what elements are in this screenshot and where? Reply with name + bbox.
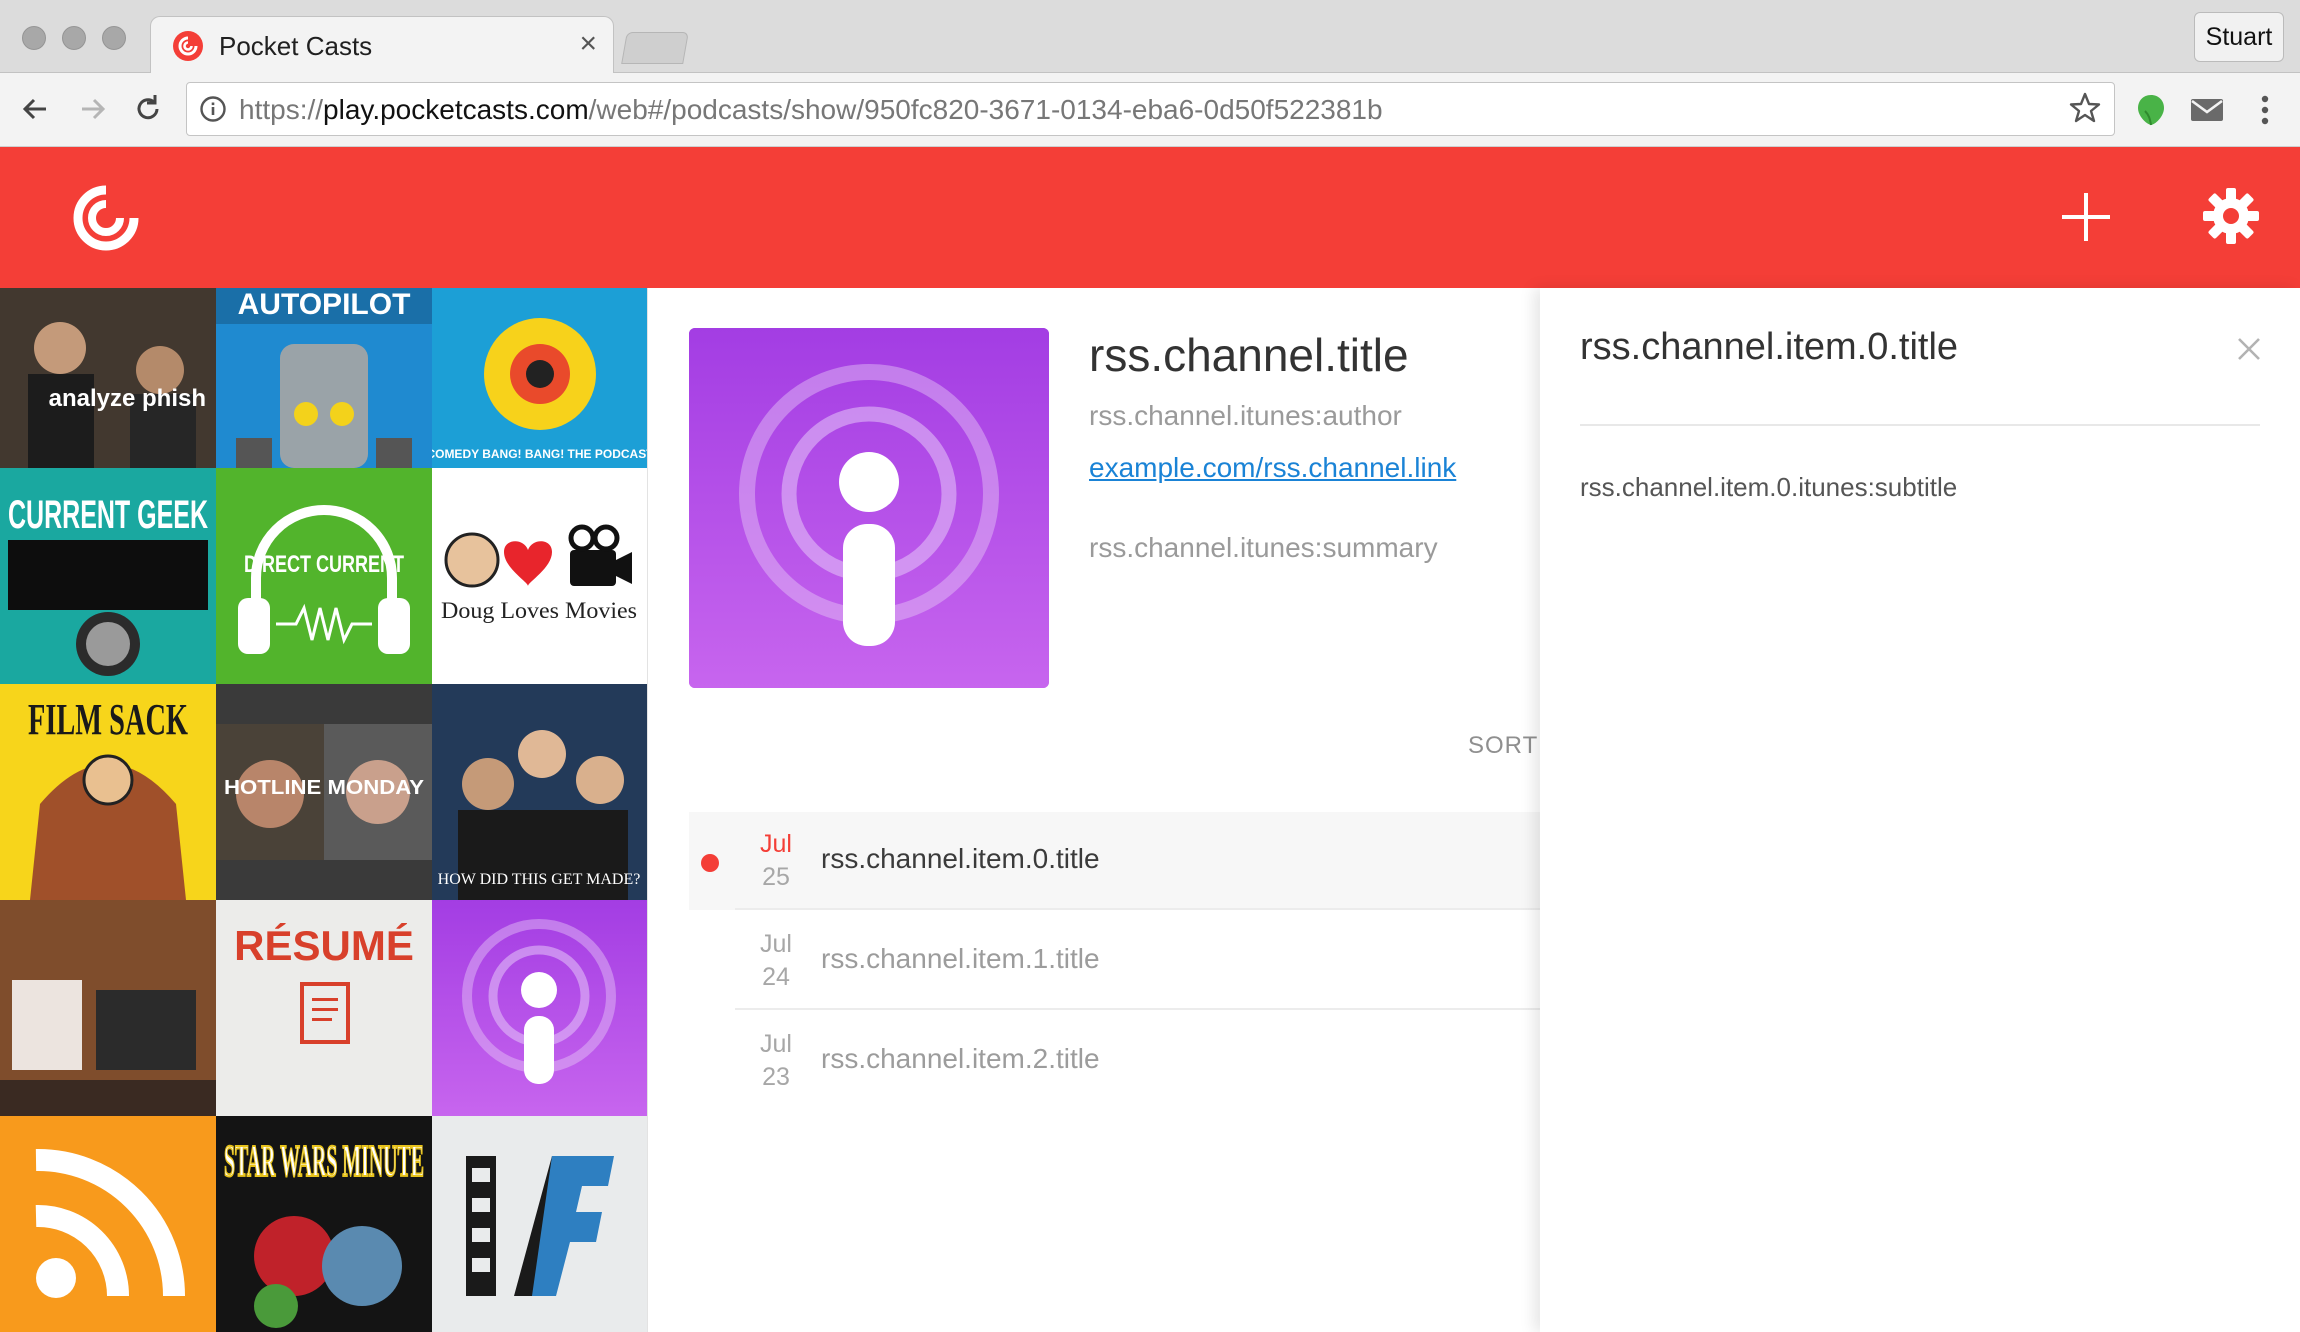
forward-arrow-icon[interactable]	[72, 89, 112, 129]
reload-icon[interactable]	[128, 89, 168, 129]
url-scheme: https://	[239, 94, 324, 125]
podcast-tile-current-geek[interactable]: CURRENT GEEK	[0, 468, 216, 684]
podcast-tile-pretend-im-dumb[interactable]	[0, 900, 216, 1116]
podcast-tile-star-wars-minute[interactable]: STAR WARS MINUTE	[216, 1116, 432, 1332]
pocketcasts-logo-icon[interactable]	[72, 184, 140, 252]
episode-title: rss.channel.item.0.title	[821, 843, 1100, 874]
podcast-tile-comedy-bang-bang[interactable]: COMEDY BANG! BANG! THE PODCAST	[432, 288, 647, 468]
pocketcasts-favicon-icon	[173, 31, 203, 61]
new-tab-button[interactable]	[621, 32, 689, 64]
tile-label-comedy-bang-bang: COMEDY BANG! BANG! THE PODCAST	[432, 447, 647, 461]
episode-day: 24	[762, 963, 790, 991]
episode-day: 23	[762, 1063, 790, 1091]
tile-label-hotline-monday: HOTLINE MONDAY	[224, 777, 425, 799]
podcast-author: rss.channel.itunes:author	[1089, 400, 1402, 431]
podcast-detail: rss.channel.title rss.channel.itunes:aut…	[647, 288, 1578, 1332]
podcast-tile-current-podcast[interactable]	[432, 900, 647, 1116]
episode-title: rss.channel.item.2.title	[821, 1043, 1100, 1074]
back-arrow-icon[interactable]	[16, 89, 56, 129]
podcast-summary: rss.channel.itunes:summary	[1089, 532, 1438, 563]
episode-row[interactable]: Jul 23 rss.channel.item.2.title	[689, 1012, 1541, 1110]
episode-day: 25	[762, 863, 790, 891]
app-header	[0, 147, 2300, 288]
podcast-tile-how-did-this-get-made[interactable]: HOW DID THIS GET MADE?	[432, 684, 647, 900]
add-podcast-plus-icon[interactable]	[2058, 189, 2114, 245]
episode-month: Jul	[760, 830, 792, 858]
tile-label-doug-loves-movies: Doug Loves Movies	[441, 598, 637, 623]
site-info-icon[interactable]	[199, 95, 227, 123]
tile-label-direct-current: DIRECT CURRENT	[244, 551, 404, 578]
browser-menu-icon[interactable]	[2246, 91, 2284, 129]
close-panel-icon[interactable]	[2234, 334, 2264, 364]
episode-row[interactable]: Jul 25 rss.channel.item.0.title	[689, 812, 1541, 910]
window-zoom-button[interactable]	[102, 26, 126, 50]
podcast-tile-film-sack[interactable]: FILM SACK	[0, 684, 216, 900]
podcast-tile-analyze-phish[interactable]: analyze phish	[0, 288, 216, 468]
url-path: /web#/podcasts/show/950fc820-3671-0134-e…	[588, 94, 1383, 125]
episode-month: Jul	[760, 1030, 792, 1058]
browser-tab[interactable]: Pocket Casts ×	[150, 16, 614, 74]
address-bar[interactable]: https://play.pocketcasts.com/web#/podcas…	[186, 82, 2115, 136]
podcast-tile-filmspotting[interactable]	[432, 1116, 647, 1332]
tile-label-star-wars-minute: STAR WARS MINUTE	[224, 1135, 424, 1186]
evernote-extension-icon[interactable]	[2132, 91, 2170, 129]
bookmark-star-icon[interactable]	[2068, 91, 2102, 125]
window-close-button[interactable]	[22, 26, 46, 50]
url-host: play.pocketcasts.com	[323, 94, 589, 125]
tile-label-film-sack: FILM SACK	[28, 695, 188, 744]
podcast-tile-autopilot[interactable]: AUTOPILOT	[216, 288, 432, 468]
episode-detail-panel: rss.channel.item.0.title rss.channel.ite…	[1540, 288, 2300, 1332]
podcast-tile-direct-current[interactable]: DIRECT CURRENT	[216, 468, 432, 684]
episode-title: rss.channel.item.1.title	[821, 943, 1100, 974]
podcast-tile-resume[interactable]: RÉSUMÉ	[216, 900, 432, 1116]
row-divider	[735, 1008, 1541, 1010]
podcast-tile-doug-loves-movies[interactable]: Doug Loves Movies	[432, 468, 647, 684]
episode-panel-subtitle: rss.channel.item.0.itunes:subtitle	[1580, 472, 1958, 502]
row-divider	[735, 908, 1541, 910]
mail-extension-icon[interactable]	[2188, 91, 2226, 129]
podcast-grid: analyze phish AUTOPILOT COMEDY BANG! BAN…	[0, 288, 647, 1332]
profile-button[interactable]: Stuart	[2194, 12, 2284, 62]
podcast-title: rss.channel.title	[1089, 329, 1409, 381]
tile-label-autopilot: AUTOPILOT	[238, 288, 411, 321]
podcast-tile-rss-feed[interactable]	[0, 1116, 216, 1332]
browser-titlebar: Pocket Casts × Stuart	[0, 0, 2300, 74]
podcast-website-link[interactable]: example.com/rss.channel.link	[1089, 452, 1456, 484]
panel-divider	[1580, 424, 2260, 426]
tile-label-how-did-this-get-made: HOW DID THIS GET MADE?	[438, 871, 641, 888]
tab-title: Pocket Casts	[219, 31, 373, 61]
tile-label-current-geek: CURRENT GEEK	[8, 493, 208, 537]
episode-row[interactable]: Jul 24 rss.channel.item.1.title	[689, 912, 1541, 1010]
browser-toolbar: https://play.pocketcasts.com/web#/podcas…	[0, 73, 2300, 147]
tab-close-icon[interactable]: ×	[579, 27, 597, 61]
episode-month: Jul	[760, 930, 792, 958]
window-minimize-button[interactable]	[62, 26, 86, 50]
settings-gear-icon[interactable]	[2202, 187, 2260, 245]
podcast-tile-hotline-monday[interactable]: HOTLINE MONDAY	[216, 684, 432, 900]
tile-label-resume: RÉSUMÉ	[234, 922, 414, 969]
tile-label-analyze: analyze phish	[49, 385, 206, 412]
podcast-artwork	[689, 328, 1049, 688]
episode-panel-title: rss.channel.item.0.title	[1580, 326, 1959, 368]
unplayed-dot-icon	[701, 854, 719, 872]
url-text: https://play.pocketcasts.com/web#/podcas…	[239, 94, 1383, 126]
